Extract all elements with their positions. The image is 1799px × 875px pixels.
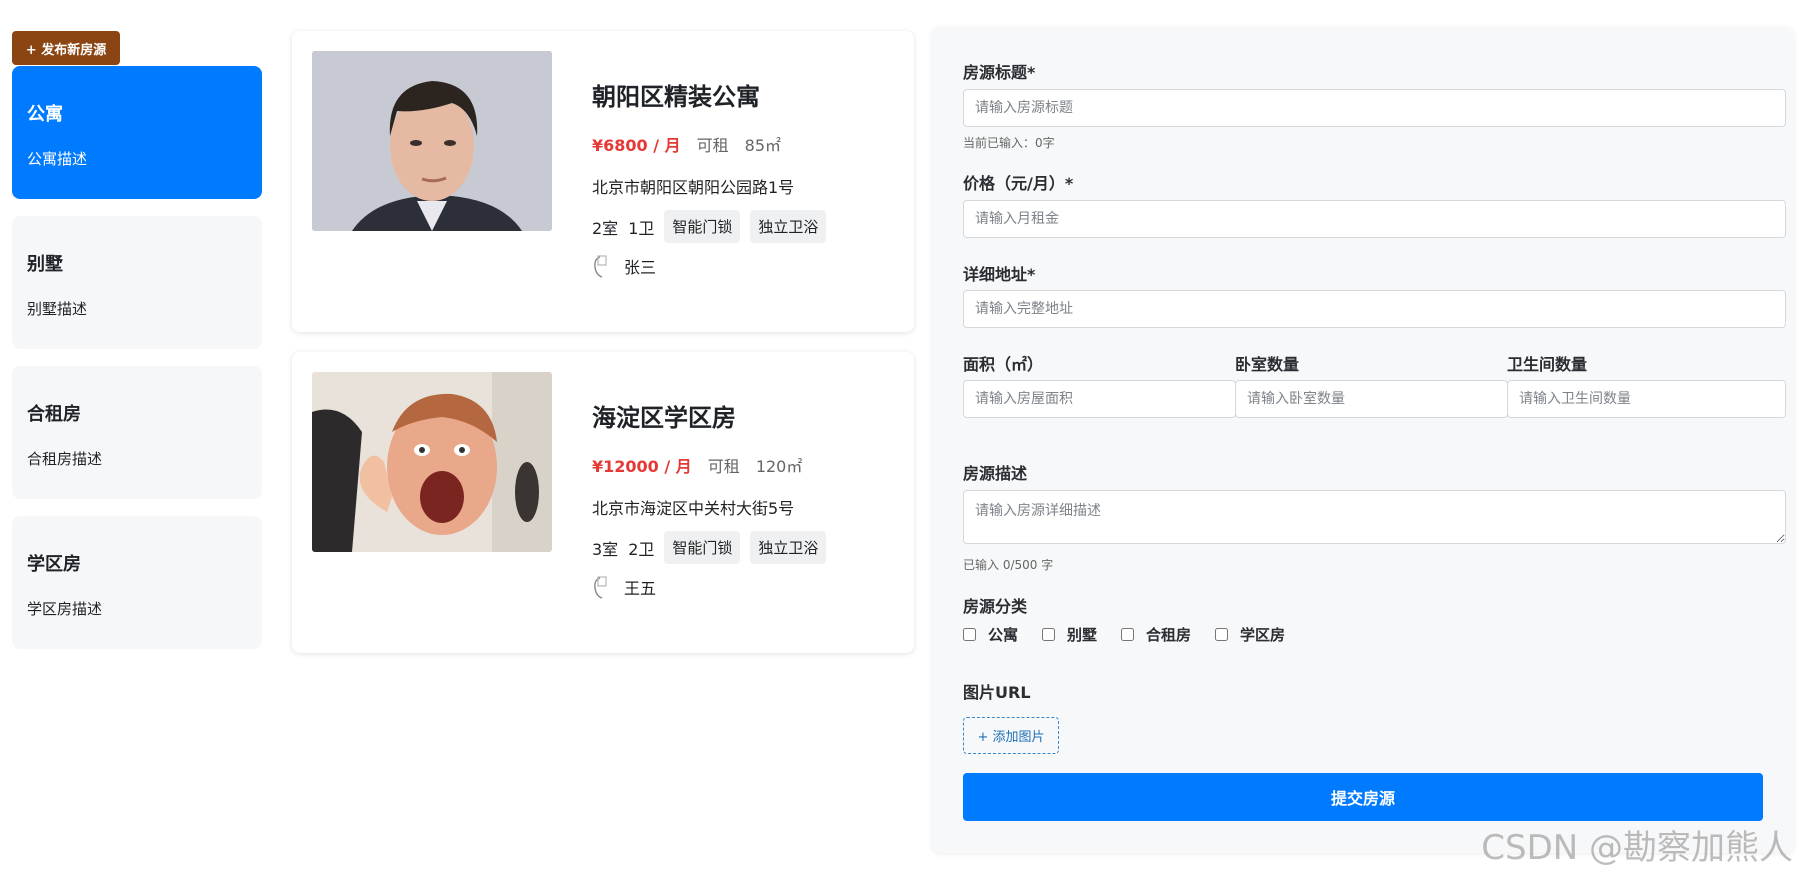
listing-address: 北京市海淀区中关村大街5号 — [592, 499, 795, 518]
listing-form: 房源标题* 当前已输入：0字 价格（元/月）* 详细地址* 面积（㎡） 卧室数量… — [932, 27, 1794, 853]
title-label: 房源标题* — [963, 63, 1036, 82]
category-card-villa[interactable]: 别墅 别墅描述 — [12, 216, 262, 349]
description-char-count: 已输入 0/500 字 — [963, 558, 1054, 572]
listing-address: 北京市朝阳区朝阳公园路1号 — [592, 178, 795, 197]
title-char-count: 当前已输入：0字 — [963, 136, 1055, 150]
publish-listing-button[interactable]: + 发布新房源 — [12, 31, 120, 65]
category-title: 合租房 — [27, 404, 81, 425]
price-input[interactable] — [963, 200, 1786, 238]
category-title: 别墅 — [27, 254, 63, 275]
address-input[interactable] — [963, 290, 1786, 328]
feature-tag: 独立卫浴 — [750, 210, 827, 243]
category-title: 学区房 — [27, 554, 81, 575]
checkbox-label: 公寓 — [988, 626, 1019, 644]
area-label: 面积（㎡） — [963, 355, 1044, 374]
listing-photo — [312, 372, 552, 552]
price-label: 价格（元/月）* — [963, 174, 1074, 193]
listing-baths: 2卫 — [628, 539, 655, 559]
owner-row: 王五 — [592, 574, 892, 600]
owner-name: 王五 — [624, 579, 657, 598]
category-option-villa[interactable]: 别墅 — [1042, 624, 1097, 645]
listing-rooms: 3室 — [592, 539, 619, 559]
description-label: 房源描述 — [963, 464, 1028, 483]
feature-tag: 智能门锁 — [664, 531, 741, 564]
listing-area: 85㎡ — [744, 136, 782, 155]
category-desc: 公寓描述 — [27, 150, 88, 168]
listing-card[interactable]: 海淀区学区房 ¥12000 / 月 可租 120㎡ 北京市海淀区中关村大街5号 … — [292, 352, 914, 653]
features-row: 2室 1卫 智能门锁 独立卫浴 — [592, 210, 892, 243]
description-textarea[interactable] — [963, 490, 1786, 544]
bathroom-label: 卫生间数量 — [1507, 355, 1588, 374]
watermark: CSDN @勘察加熊人 — [1481, 828, 1793, 868]
bedroom-input[interactable] — [1235, 380, 1508, 418]
listing-title: 海淀区学区房 — [592, 404, 736, 432]
checkbox-label: 合租房 — [1146, 626, 1192, 644]
listing-title: 朝阳区精装公寓 — [592, 83, 760, 111]
category-option-apartment[interactable]: 公寓 — [963, 624, 1018, 645]
listing-photo — [312, 51, 552, 231]
area-input[interactable] — [963, 380, 1236, 418]
category-title: 公寓 — [27, 104, 63, 125]
submit-listing-button[interactable]: 提交房源 — [963, 773, 1763, 821]
feature-tag: 独立卫浴 — [750, 531, 827, 564]
category-option-school-district[interactable]: 学区房 — [1215, 624, 1285, 645]
category-desc: 别墅描述 — [27, 300, 88, 318]
listing-info: 朝阳区精装公寓 ¥6800 / 月 可租 85㎡ 北京市朝阳区朝阳公园路1号 2… — [592, 77, 892, 279]
category-card-shared[interactable]: 合租房 合租房描述 — [12, 366, 262, 499]
price-row: ¥6800 / 月 可租 85㎡ — [592, 132, 892, 156]
price-row: ¥12000 / 月 可租 120㎡ — [592, 453, 892, 477]
category-desc: 学区房描述 — [27, 600, 103, 618]
checkbox[interactable] — [1121, 628, 1135, 641]
address-label: 详细地址* — [963, 265, 1036, 284]
category-checkboxes: 公寓 别墅 合租房 学区房 — [963, 624, 1309, 645]
listing-status: 可租 — [707, 457, 740, 476]
category-label: 房源分类 — [963, 597, 1028, 616]
listing-rooms: 2室 — [592, 218, 619, 238]
category-card-school-district[interactable]: 学区房 学区房描述 — [12, 516, 262, 649]
checkbox[interactable] — [963, 628, 976, 641]
listing-area: 120㎡ — [755, 457, 803, 476]
listing-price: ¥12000 / 月 — [592, 457, 692, 476]
feature-tag: 智能门锁 — [664, 210, 741, 243]
checkbox-label: 别墅 — [1067, 626, 1098, 644]
owner-row: 张三 — [592, 253, 892, 279]
broken-image-icon — [592, 574, 612, 600]
image-url-label: 图片URL — [963, 683, 1031, 702]
listing-status: 可租 — [696, 136, 729, 155]
category-desc: 合租房描述 — [27, 450, 103, 468]
checkbox[interactable] — [1042, 628, 1056, 641]
bedroom-label: 卧室数量 — [1235, 355, 1300, 374]
checkbox-label: 学区房 — [1240, 626, 1286, 644]
category-card-apartment[interactable]: 公寓 公寓描述 — [12, 66, 262, 199]
title-input[interactable] — [963, 89, 1786, 127]
owner-name: 张三 — [624, 258, 657, 277]
category-option-shared[interactable]: 合租房 — [1121, 624, 1191, 645]
broken-image-icon — [592, 253, 612, 279]
listing-price: ¥6800 / 月 — [592, 136, 681, 155]
listing-card[interactable]: 朝阳区精装公寓 ¥6800 / 月 可租 85㎡ 北京市朝阳区朝阳公园路1号 2… — [292, 31, 914, 332]
add-image-button[interactable]: + 添加图片 — [963, 717, 1059, 754]
listing-baths: 1卫 — [628, 218, 655, 238]
listing-info: 海淀区学区房 ¥12000 / 月 可租 120㎡ 北京市海淀区中关村大街5号 … — [592, 398, 892, 600]
checkbox[interactable] — [1215, 628, 1229, 641]
bathroom-input[interactable] — [1507, 380, 1786, 418]
features-row: 3室 2卫 智能门锁 独立卫浴 — [592, 531, 892, 564]
